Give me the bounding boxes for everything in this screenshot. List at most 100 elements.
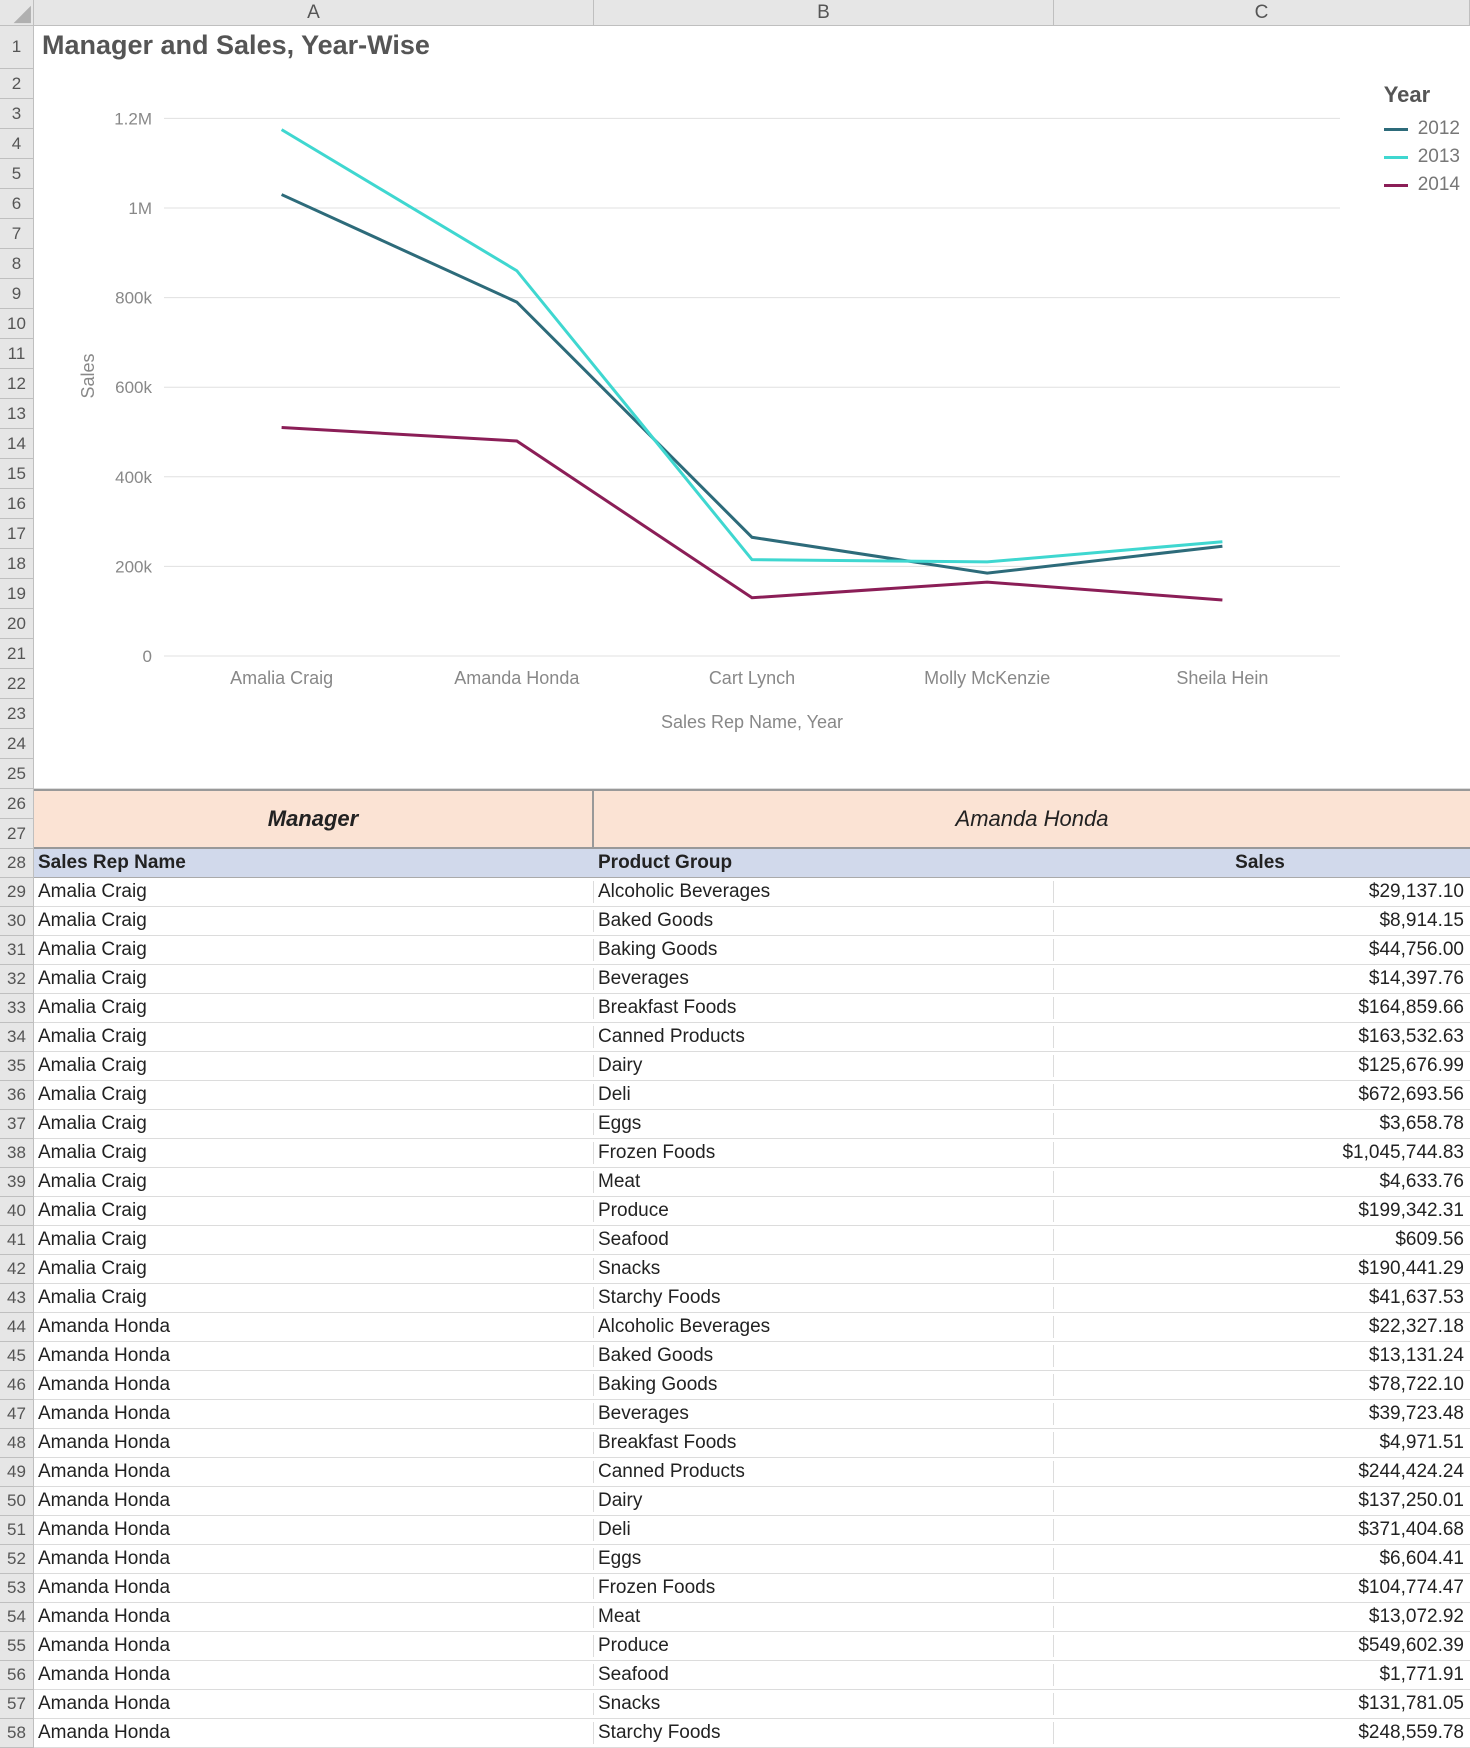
table-row[interactable]: Amalia CraigStarchy Foods$41,637.53 bbox=[34, 1284, 1470, 1313]
table-row[interactable]: Amanda HondaDairy$137,250.01 bbox=[34, 1487, 1470, 1516]
cell-sales[interactable]: $8,914.15 bbox=[1054, 910, 1470, 932]
cell-product-group[interactable]: Seafood bbox=[594, 1229, 1054, 1251]
row-header-7[interactable]: 7 bbox=[0, 219, 34, 249]
row-header-38[interactable]: 38 bbox=[0, 1139, 34, 1168]
row-header-53[interactable]: 53 bbox=[0, 1574, 34, 1603]
cell-sales[interactable]: $190,441.29 bbox=[1054, 1258, 1470, 1280]
row-header-27[interactable]: 27 bbox=[0, 819, 34, 849]
row-header-39[interactable]: 39 bbox=[0, 1168, 34, 1197]
table-row[interactable]: Amalia CraigDairy$125,676.99 bbox=[34, 1052, 1470, 1081]
cell-sales-rep[interactable]: Amanda Honda bbox=[34, 1635, 594, 1657]
cell-sales-rep[interactable]: Amalia Craig bbox=[34, 939, 594, 961]
cell-product-group[interactable]: Beverages bbox=[594, 968, 1054, 990]
row-header-2[interactable]: 2 bbox=[0, 69, 34, 99]
cell-sales-rep[interactable]: Amanda Honda bbox=[34, 1403, 594, 1425]
cell-sales-rep[interactable]: Amalia Craig bbox=[34, 1229, 594, 1251]
row-header-34[interactable]: 34 bbox=[0, 1023, 34, 1052]
cell-sales[interactable]: $13,131.24 bbox=[1054, 1345, 1470, 1367]
cell-sales-rep[interactable]: Amalia Craig bbox=[34, 1113, 594, 1135]
series-line-2012[interactable] bbox=[282, 195, 1223, 574]
table-row[interactable]: Amalia CraigSnacks$190,441.29 bbox=[34, 1255, 1470, 1284]
row-header-30[interactable]: 30 bbox=[0, 907, 34, 936]
cell-sales[interactable]: $78,722.10 bbox=[1054, 1374, 1470, 1396]
cell-sales-rep[interactable]: Amalia Craig bbox=[34, 1171, 594, 1193]
cell-sales[interactable]: $41,637.53 bbox=[1054, 1287, 1470, 1309]
row-header-17[interactable]: 17 bbox=[0, 519, 34, 549]
table-header-sales-rep[interactable]: Sales Rep Name bbox=[34, 852, 594, 874]
cell-product-group[interactable]: Starchy Foods bbox=[594, 1287, 1054, 1309]
cell-sales[interactable]: $4,971.51 bbox=[1054, 1432, 1470, 1454]
legend-item-2012[interactable]: 2012 bbox=[1384, 118, 1460, 140]
cell-sales-rep[interactable]: Amalia Craig bbox=[34, 1142, 594, 1164]
row-header-37[interactable]: 37 bbox=[0, 1110, 34, 1139]
cell-sales[interactable]: $199,342.31 bbox=[1054, 1200, 1470, 1222]
cell-sales[interactable]: $1,045,744.83 bbox=[1054, 1142, 1470, 1164]
row-header-25[interactable]: 25 bbox=[0, 759, 34, 789]
table-row[interactable]: Amanda HondaStarchy Foods$248,559.78 bbox=[34, 1719, 1470, 1748]
row-header-11[interactable]: 11 bbox=[0, 339, 34, 369]
select-all-corner[interactable] bbox=[0, 0, 34, 26]
cell-product-group[interactable]: Canned Products bbox=[594, 1026, 1054, 1048]
cell-sales[interactable]: $14,397.76 bbox=[1054, 968, 1470, 990]
row-header-9[interactable]: 9 bbox=[0, 279, 34, 309]
cell-sales-rep[interactable]: Amanda Honda bbox=[34, 1664, 594, 1686]
cell-sales-rep[interactable]: Amanda Honda bbox=[34, 1722, 594, 1744]
row-header-36[interactable]: 36 bbox=[0, 1081, 34, 1110]
table-row[interactable]: Amalia CraigSeafood$609.56 bbox=[34, 1226, 1470, 1255]
table-row[interactable]: Amalia CraigAlcoholic Beverages$29,137.1… bbox=[34, 878, 1470, 907]
cell-product-group[interactable]: Seafood bbox=[594, 1664, 1054, 1686]
row-header-21[interactable]: 21 bbox=[0, 639, 34, 669]
row-header-33[interactable]: 33 bbox=[0, 994, 34, 1023]
chart-object[interactable]: Manager and Sales, Year-Wise 0200k400k60… bbox=[34, 26, 1470, 789]
table-row[interactable]: Amalia CraigMeat$4,633.76 bbox=[34, 1168, 1470, 1197]
cell-product-group[interactable]: Produce bbox=[594, 1200, 1054, 1222]
cell-sales-rep[interactable]: Amalia Craig bbox=[34, 1287, 594, 1309]
cell-product-group[interactable]: Baking Goods bbox=[594, 1374, 1054, 1396]
row-header-31[interactable]: 31 bbox=[0, 936, 34, 965]
cell-sales[interactable]: $13,072.92 bbox=[1054, 1606, 1470, 1628]
row-header-35[interactable]: 35 bbox=[0, 1052, 34, 1081]
table-row[interactable]: Amanda HondaBaking Goods$78,722.10 bbox=[34, 1371, 1470, 1400]
cell-product-group[interactable]: Baked Goods bbox=[594, 910, 1054, 932]
row-header-18[interactable]: 18 bbox=[0, 549, 34, 579]
cell-sales-rep[interactable]: Amanda Honda bbox=[34, 1374, 594, 1396]
table-row[interactable]: Amalia CraigBreakfast Foods$164,859.66 bbox=[34, 994, 1470, 1023]
cell-product-group[interactable]: Baking Goods bbox=[594, 939, 1054, 961]
cell-product-group[interactable]: Dairy bbox=[594, 1055, 1054, 1077]
legend-item-2014[interactable]: 2014 bbox=[1384, 174, 1460, 196]
chart-legend[interactable]: Year 201220132014 bbox=[1384, 82, 1460, 202]
row-header-24[interactable]: 24 bbox=[0, 729, 34, 759]
table-row[interactable]: Amalia CraigBaked Goods$8,914.15 bbox=[34, 907, 1470, 936]
cell-sales-rep[interactable]: Amanda Honda bbox=[34, 1606, 594, 1628]
cell-sales[interactable]: $22,327.18 bbox=[1054, 1316, 1470, 1338]
cell-product-group[interactable]: Snacks bbox=[594, 1258, 1054, 1280]
row-header-23[interactable]: 23 bbox=[0, 699, 34, 729]
row-header-54[interactable]: 54 bbox=[0, 1603, 34, 1632]
table-row[interactable]: Amanda HondaCanned Products$244,424.24 bbox=[34, 1458, 1470, 1487]
table-row[interactable]: Amanda HondaSnacks$131,781.05 bbox=[34, 1690, 1470, 1719]
cell-sales-rep[interactable]: Amanda Honda bbox=[34, 1490, 594, 1512]
cell-sales-rep[interactable]: Amanda Honda bbox=[34, 1316, 594, 1338]
row-header-47[interactable]: 47 bbox=[0, 1400, 34, 1429]
row-header-13[interactable]: 13 bbox=[0, 399, 34, 429]
row-header-45[interactable]: 45 bbox=[0, 1342, 34, 1371]
cell-sales[interactable]: $163,532.63 bbox=[1054, 1026, 1470, 1048]
cell-sales-rep[interactable]: Amalia Craig bbox=[34, 1055, 594, 1077]
table-row[interactable]: Amanda HondaBreakfast Foods$4,971.51 bbox=[34, 1429, 1470, 1458]
cell-sales-rep[interactable]: Amanda Honda bbox=[34, 1693, 594, 1715]
cell-sales-rep[interactable]: Amanda Honda bbox=[34, 1577, 594, 1599]
cell-sales[interactable]: $39,723.48 bbox=[1054, 1403, 1470, 1425]
cell-product-group[interactable]: Produce bbox=[594, 1635, 1054, 1657]
cell-sales-rep[interactable]: Amalia Craig bbox=[34, 1084, 594, 1106]
cell-product-group[interactable]: Dairy bbox=[594, 1490, 1054, 1512]
row-header-51[interactable]: 51 bbox=[0, 1516, 34, 1545]
row-header-20[interactable]: 20 bbox=[0, 609, 34, 639]
table-row[interactable]: Amanda HondaAlcoholic Beverages$22,327.1… bbox=[34, 1313, 1470, 1342]
cell-sales[interactable]: $44,756.00 bbox=[1054, 939, 1470, 961]
table-row[interactable]: Amanda HondaEggs$6,604.41 bbox=[34, 1545, 1470, 1574]
cell-sales-rep[interactable]: Amanda Honda bbox=[34, 1548, 594, 1570]
table-row[interactable]: Amalia CraigDeli$672,693.56 bbox=[34, 1081, 1470, 1110]
row-header-32[interactable]: 32 bbox=[0, 965, 34, 994]
cell-sales[interactable]: $371,404.68 bbox=[1054, 1519, 1470, 1541]
series-line-2013[interactable] bbox=[282, 130, 1223, 562]
